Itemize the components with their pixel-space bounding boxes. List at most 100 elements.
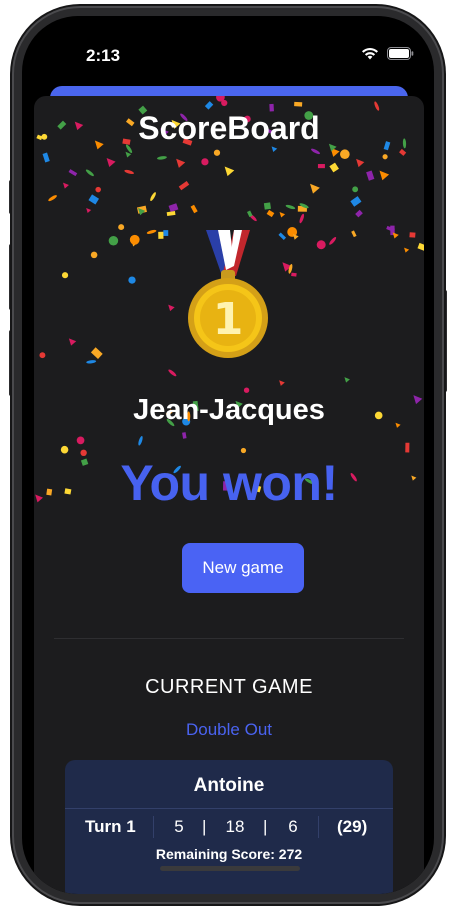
confetti-piece: [85, 169, 94, 177]
confetti-piece: [240, 447, 247, 454]
confetti-piece: [221, 99, 228, 107]
winner-name: Jean-Jacques: [133, 394, 325, 426]
power-button: [442, 290, 447, 392]
win-message: You won!: [120, 455, 338, 511]
confetti-piece: [417, 242, 424, 252]
confetti-piece: [355, 209, 363, 218]
confetti-piece: [138, 436, 143, 446]
confetti-piece: [163, 230, 169, 236]
confetti-piece: [108, 236, 119, 246]
confetti-piece: [329, 236, 337, 245]
confetti-piece: [90, 347, 103, 359]
game-mode-link[interactable]: Double Out: [34, 720, 424, 740]
turn-total: (29): [337, 817, 368, 836]
confetti-piece: [266, 209, 275, 218]
confetti-piece: [63, 182, 69, 189]
confetti-piece: [263, 202, 271, 210]
player-name: Antoine: [193, 775, 265, 796]
confetti-piece: [350, 196, 362, 207]
confetti-piece: [271, 146, 278, 152]
confetti-piece: [146, 229, 157, 234]
confetti-piece: [316, 240, 326, 250]
confetti-piece: [124, 169, 134, 175]
confetti-piece: [76, 436, 85, 445]
confetti-piece: [317, 164, 325, 169]
confetti-piece: [279, 380, 285, 386]
confetti-piece: [379, 170, 390, 181]
player-card: Antoine Turn 1 5 | 18 | 6 (29) Remaining…: [65, 760, 393, 894]
confetti-piece: [129, 234, 140, 245]
throw-score: 6: [288, 817, 298, 836]
wifi-icon: [362, 47, 378, 60]
current-game-heading: CURRENT GAME: [145, 676, 313, 698]
card-divider: [65, 808, 393, 809]
confetti-piece: [340, 149, 350, 160]
confetti-piece: [404, 247, 410, 253]
turn-label: Turn 1: [85, 817, 136, 836]
confetti-piece: [48, 195, 57, 202]
confetti-piece: [299, 213, 305, 224]
confetti-piece: [176, 158, 186, 168]
confetti-piece: [88, 194, 100, 205]
confetti-piece: [294, 101, 303, 107]
dynamic-island: [168, 38, 290, 72]
confetti-piece: [168, 203, 179, 213]
confetti-piece: [201, 158, 209, 166]
confetti-piece: [60, 445, 69, 454]
confetti-piece: [344, 377, 350, 383]
confetti-piece: [106, 158, 116, 168]
confetti-piece: [61, 272, 69, 279]
confetti-piece: [405, 442, 410, 453]
confetti-piece: [204, 101, 214, 110]
confetti-piece: [279, 211, 286, 218]
confetti-piece: [329, 162, 339, 173]
confetti-piece: [158, 231, 164, 239]
confetti-piece: [168, 304, 175, 312]
confetti-piece: [310, 183, 320, 194]
status-time: 2:13: [86, 46, 121, 65]
confetti-piece: [224, 166, 235, 177]
confetti-piece: [178, 181, 190, 191]
throw-separator: |: [202, 817, 207, 836]
confetti-piece: [157, 156, 167, 160]
confetti-piece: [382, 154, 388, 160]
medal-rank: 1: [213, 294, 244, 345]
confetti-piece: [399, 148, 407, 156]
confetti-piece: [278, 232, 287, 240]
confetti-piece: [150, 192, 156, 201]
confetti-piece: [291, 272, 297, 277]
throw-score: 5: [174, 817, 184, 836]
confetti-piece: [190, 204, 198, 214]
confetti-piece: [285, 204, 296, 210]
confetti-piece: [352, 186, 359, 193]
confetti-piece: [68, 338, 77, 346]
status-icons: [361, 47, 414, 60]
confetti-piece: [42, 152, 50, 163]
throw-score: 18: [225, 817, 245, 836]
results-sheet: ScoreBoard 1 Jean-Jacques You won! New g…: [34, 96, 424, 894]
confetti-piece: [128, 276, 136, 284]
app-title: ScoreBoard: [138, 110, 320, 146]
remaining-score: Remaining Score: 272: [155, 846, 303, 862]
confetti-piece: [86, 207, 92, 214]
column-separator: [318, 816, 319, 838]
confetti-piece: [125, 151, 132, 158]
confetti-piece: [356, 158, 365, 168]
confetti-piece: [95, 186, 101, 193]
confetti-piece: [409, 232, 416, 238]
confetti-piece: [311, 148, 320, 155]
new-game-button[interactable]: New game: [182, 543, 304, 593]
confetti-piece: [166, 211, 176, 216]
confetti-piece: [118, 224, 125, 231]
confetti-piece: [182, 432, 187, 439]
confetti-piece: [68, 169, 78, 177]
confetti-piece: [351, 230, 357, 238]
confetti-piece: [86, 360, 97, 364]
confetti-piece: [168, 369, 177, 377]
throw-separator: |: [263, 817, 268, 836]
medal-icon: 1: [188, 230, 268, 358]
column-separator: [153, 816, 154, 838]
home-indicator: [160, 866, 300, 871]
confetti-piece: [39, 352, 46, 359]
section-divider: [54, 638, 404, 639]
